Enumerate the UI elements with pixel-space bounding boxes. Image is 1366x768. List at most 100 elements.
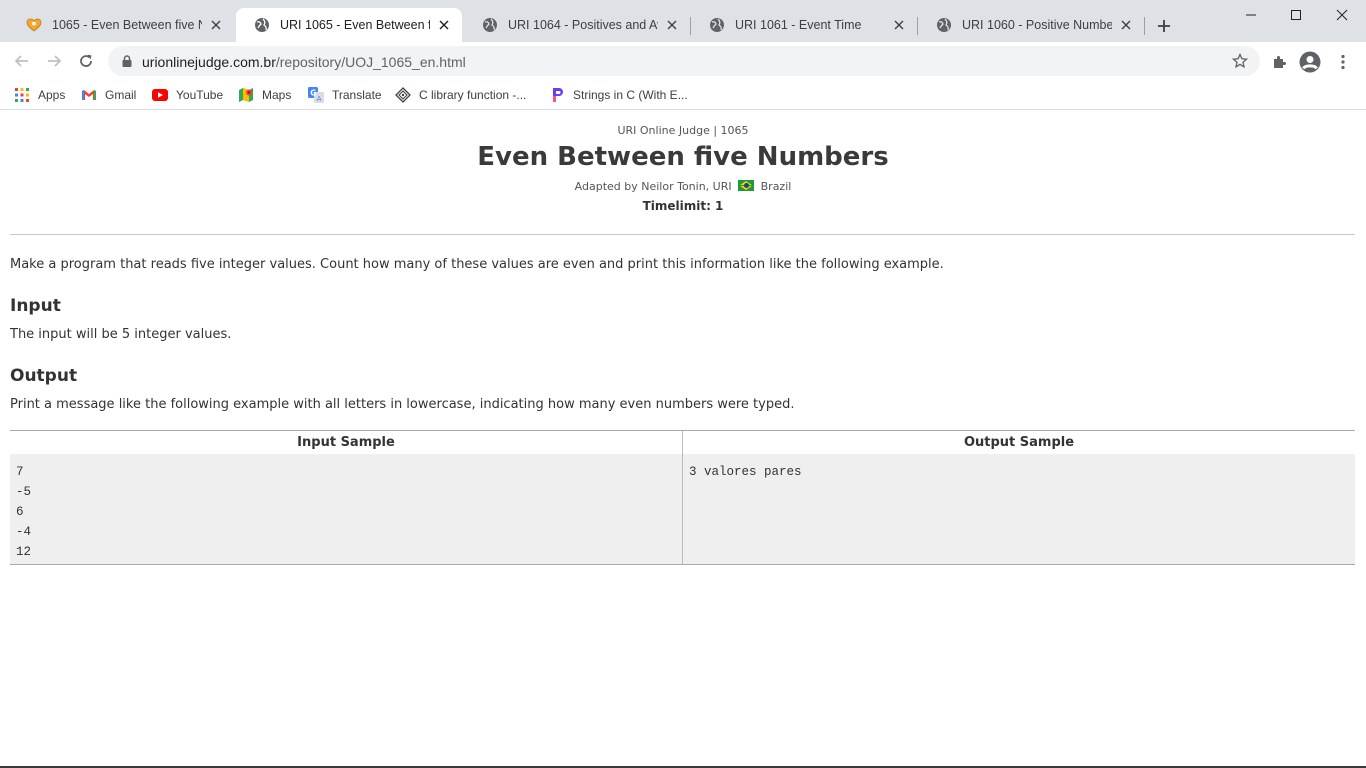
input-heading: Input [10,296,61,316]
bookmark-gmail[interactable]: Gmail [81,85,136,105]
bookmark-label: Gmail [105,88,137,102]
bookmark-label: C library function -... [419,88,527,102]
globe-icon [936,17,952,33]
globe-icon [254,17,270,33]
author-country: Brazil [760,180,792,193]
bookmark-star-icon[interactable] [1232,53,1248,69]
extensions-button[interactable] [1268,51,1290,73]
close-icon [1336,9,1348,21]
input-sample-body[interactable]: 7 -5 6 -4 12 [10,454,682,564]
tab-title: URI 1060 - Positive Numbers [962,18,1112,32]
divider [10,234,1355,235]
tab-uri-1064[interactable]: URI 1064 - Positives and Avera [464,8,690,42]
url-text: urionlinejudge.com.br/repository/UOJ_106… [142,54,466,70]
reload-icon [80,54,92,67]
tab-title: URI 1061 - Event Time [735,18,862,32]
gmail-icon [81,87,97,103]
input-sample-line: 7 [16,465,24,479]
problem-page: URI Online Judge | 1065 Even Between fiv… [0,111,1366,766]
menu-button[interactable] [1332,51,1354,73]
close-tab-icon[interactable] [436,17,452,33]
tab-uri-1060[interactable]: URI 1060 - Positive Numbers [918,8,1144,42]
tab-title: URI 1064 - Positives and Avera [508,18,658,32]
brazil-flag-icon [738,180,755,191]
maximize-icon [1291,10,1301,20]
close-tab-icon[interactable] [891,17,907,33]
youtube-icon [152,87,168,103]
tab-strip: 1065 - Even Between five Num URI 1065 - … [0,0,1366,42]
output-sample-line: 3 valores pares [689,465,802,479]
input-sample-line: 12 [16,545,32,559]
plus-icon [1158,20,1170,32]
bookmark-label: Translate [332,88,382,102]
tab-1065-even-between[interactable]: 1065 - Even Between five Num [8,8,234,42]
bookmark-label: Strings in C (With E... [573,88,688,102]
svg-text:G: G [310,89,316,98]
output-heading: Output [10,366,78,386]
input-sample-header: Input Sample [10,431,682,454]
input-sample-column: Input Sample 7 -5 6 -4 12 [10,431,683,564]
problem-description: Make a program that reads five integer v… [10,257,944,272]
page-title: Even Between five Numbers [477,142,889,172]
timelimit: Timelimit: 1 [642,199,724,213]
tab-uri-1061[interactable]: URI 1061 - Event Time [691,8,917,42]
heart-shield-icon [26,17,42,33]
bookmark-c-library[interactable]: C library function -... [395,85,526,105]
reload-button[interactable] [74,49,98,73]
input-sample-line: 6 [16,505,24,519]
maps-icon [238,87,254,103]
close-tab-icon[interactable] [208,17,224,33]
puzzle-icon [1274,56,1286,68]
bookmark-apps[interactable]: Apps [14,85,65,105]
output-sample-header: Output Sample [683,431,1355,454]
profile-button[interactable] [1299,51,1321,73]
bookmark-label: YouTube [176,88,224,102]
output-sample-body[interactable]: 3 valores pares [683,454,1355,564]
input-sample-line: -4 [16,525,32,539]
bookmark-maps[interactable]: Maps [238,85,291,105]
bookmark-label: Maps [262,88,292,102]
translate-icon: GA [308,87,324,103]
tab-title: 1065 - Even Between five Num [52,18,202,32]
author-line: Adapted by Neilor Tonin, URI Brazil [0,180,1366,193]
close-tab-icon[interactable] [1118,17,1134,33]
url-path: /repository/UOJ_1065_en.html [275,54,466,70]
bookmark-translate[interactable]: GA Translate [308,85,382,105]
back-button[interactable] [10,49,34,73]
back-arrow-icon [14,55,28,67]
input-sample-line: -5 [16,485,32,499]
bookmark-label: Apps [38,88,66,102]
cube-icon [395,87,411,103]
maximize-button[interactable] [1273,0,1319,30]
close-window-button[interactable] [1319,0,1365,30]
close-tab-icon[interactable] [664,17,680,33]
account-avatar-icon [1299,51,1321,73]
minimize-button[interactable] [1228,0,1274,30]
input-description: The input will be 5 integer values. [10,327,232,342]
kebab-menu-icon [1341,54,1345,70]
author-name: Adapted by Neilor Tonin, URI [574,180,732,193]
globe-icon [709,17,725,33]
judge-breadcrumb: URI Online Judge | 1065 [617,124,749,137]
programiz-icon [549,87,565,103]
browser-toolbar: urionlinejudge.com.br/repository/UOJ_106… [0,42,1366,80]
bookmark-youtube[interactable]: YouTube [152,85,223,105]
output-sample-column: Output Sample 3 valores pares [683,431,1355,564]
apps-grid-icon [14,87,30,103]
url-domain: urionlinejudge.com.br [142,54,276,70]
svg-text:A: A [317,95,322,103]
bookmarks-bar: Apps Gmail YouTube Maps GA Translate C l… [0,80,1366,110]
samples-table: Input Sample 7 -5 6 -4 12 Output Sample … [10,430,1355,565]
minimize-icon [1246,14,1256,16]
tab-uri-1065[interactable]: URI 1065 - Even Between five N [236,8,462,42]
forward-button[interactable] [42,49,66,73]
output-description: Print a message like the following examp… [10,397,795,412]
new-tab-button[interactable] [1153,15,1175,37]
globe-icon [482,17,498,33]
forward-arrow-icon [48,55,62,67]
lock-icon [122,55,132,67]
address-bar[interactable]: urionlinejudge.com.br/repository/UOJ_106… [108,46,1260,76]
bookmark-strings-in-c[interactable]: Strings in C (With E... [549,85,688,105]
tab-title: URI 1065 - Even Between five N [280,18,430,32]
tab-separator [1144,17,1145,35]
